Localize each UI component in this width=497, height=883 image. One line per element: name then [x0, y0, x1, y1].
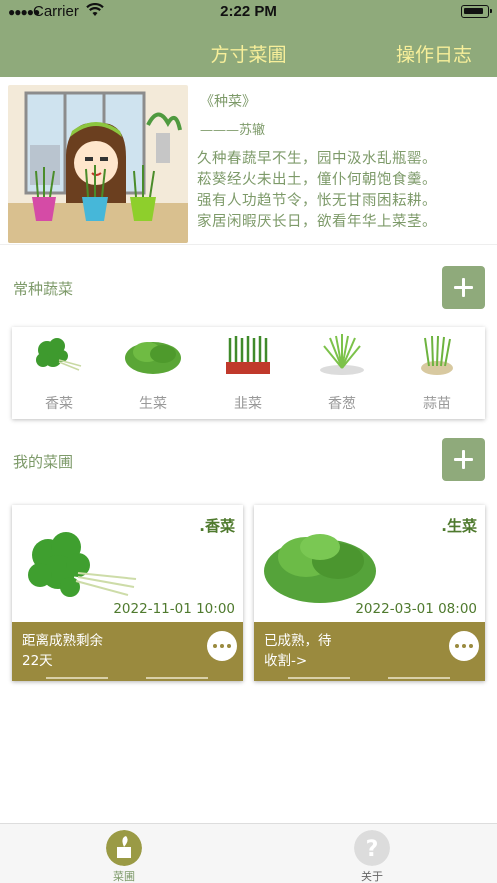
- veg-item-chives[interactable]: 韭菜: [201, 327, 295, 419]
- chives-icon: [226, 336, 270, 374]
- girl-planting-illustration: [8, 85, 188, 243]
- more-options-button[interactable]: [207, 631, 237, 661]
- garden-card-date: 2022-03-01 08:00: [355, 601, 477, 617]
- tab-bar: 菜圃 ? 关于: [0, 823, 497, 883]
- garden-card-footer: 距离成熟剩余 22天: [12, 622, 243, 681]
- veg-item-lettuce[interactable]: 生菜: [106, 327, 200, 419]
- add-garden-button[interactable]: [442, 438, 485, 481]
- garden-card-name: .香菜: [199, 517, 235, 535]
- coriander-photo: [28, 532, 137, 597]
- tab-label: 关于: [361, 870, 383, 883]
- poem-author: ———苏辙: [200, 123, 266, 138]
- poem-line: 强有人功趋节令，怅无甘雨困耘耕。: [197, 193, 437, 209]
- poem-body: 久种春蔬早不生，园中汲水乱瓶罂。 菘葵经火未出土，僮仆何朝饱食羹。 强有人功趋节…: [197, 149, 492, 233]
- scallion-icon: [320, 334, 364, 375]
- veg-label: 香葱: [328, 396, 356, 412]
- clock: 2:22 PM: [220, 3, 277, 20]
- coriander-icon: [36, 338, 82, 371]
- veg-item-garlic-sprout[interactable]: 蒜苗: [390, 327, 484, 419]
- lettuce-icon: [125, 342, 181, 374]
- lettuce-photo: [264, 534, 376, 603]
- garden-card-status: 距离成熟剩余 22天: [22, 633, 103, 669]
- poem-title: 《种菜》: [200, 94, 256, 110]
- veg-label: 香菜: [45, 396, 73, 412]
- veg-label: 生菜: [139, 396, 167, 412]
- top-header: ●●●●● Carrier 2:22 PM 方寸菜圃 操作日志: [0, 0, 497, 77]
- veg-label: 蒜苗: [423, 396, 451, 412]
- operation-log-button[interactable]: 操作日志: [396, 40, 472, 67]
- battery-icon: [461, 5, 492, 18]
- tab-garden[interactable]: 菜圃: [0, 824, 248, 883]
- divider: [288, 677, 450, 679]
- add-common-veg-button[interactable]: [442, 266, 485, 309]
- poem-line: 菘葵经火未出土，僮仆何朝饱食羹。: [197, 172, 437, 188]
- veg-item-coriander[interactable]: 香菜: [12, 327, 106, 419]
- garden-tab-icon: [106, 830, 142, 866]
- veg-item-scallion[interactable]: 香葱: [295, 327, 389, 419]
- tab-about[interactable]: ? 关于: [248, 824, 496, 883]
- veg-label: 韭菜: [234, 396, 262, 412]
- question-icon: ?: [354, 830, 390, 866]
- garden-card-name: .生菜: [441, 517, 477, 535]
- tab-label: 菜圃: [113, 870, 135, 883]
- garden-card-date: 2022-11-01 10:00: [113, 601, 235, 617]
- my-garden-section-title: 我的菜圃: [13, 453, 74, 471]
- poem-line: 家居闲暇厌长日，欲看年华上菜茎。: [197, 214, 437, 230]
- garden-card-coriander[interactable]: .香菜 2022-11-01 10:00 距离成熟剩余 22天: [12, 505, 243, 681]
- common-veg-list: 香菜 生菜 韭菜 香葱 蒜苗: [12, 327, 485, 419]
- divider: [46, 677, 208, 679]
- garlic-sprout-icon: [421, 335, 453, 375]
- common-veg-section-title: 常种蔬菜: [13, 280, 74, 298]
- garden-card-status: 已成熟，待 收割->: [264, 633, 332, 669]
- svg-text:?: ?: [366, 837, 379, 862]
- more-options-button[interactable]: [449, 631, 479, 661]
- status-bar: ●●●●● Carrier 2:22 PM: [0, 0, 497, 24]
- page-title: 方寸菜圃: [210, 44, 287, 66]
- poem-banner: 《种菜》 ———苏辙 久种春蔬早不生，园中汲水乱瓶罂。 菘葵经火未出土，僮仆何朝…: [0, 77, 497, 245]
- poem-line: 久种春蔬早不生，园中汲水乱瓶罂。: [197, 151, 437, 167]
- garden-card-lettuce[interactable]: .生菜 2022-03-01 08:00 已成熟，待 收割->: [254, 505, 485, 681]
- garden-card-footer: 已成熟，待 收割->: [254, 622, 485, 681]
